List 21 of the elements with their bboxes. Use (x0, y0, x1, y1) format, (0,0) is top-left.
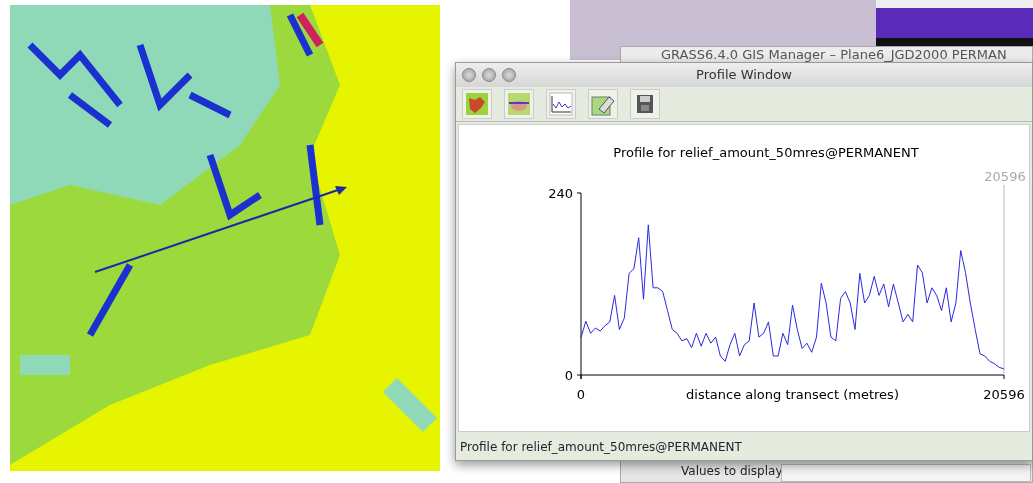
zoom-button[interactable] (502, 67, 516, 82)
chart-title: Profile for relief_amount_50mres@PERMANENT (613, 145, 919, 160)
map-icon (465, 91, 489, 116)
close-button[interactable] (462, 67, 476, 82)
toolbar-button[interactable] (462, 88, 492, 119)
toolbar-button[interactable] (504, 88, 534, 119)
y-tick-label: 240 (548, 186, 573, 201)
end-marker-label: 20596 (984, 169, 1026, 184)
x-axis-label: distance along transect (metres) (686, 387, 899, 402)
status-text: Profile for relief_amount_50mres@PERMANENT (460, 440, 742, 454)
field-label: Values to display (681, 463, 783, 480)
toolbar-button[interactable] (588, 88, 618, 119)
y-tick-label: 0 (564, 368, 573, 383)
toolbar-button[interactable] (546, 88, 576, 119)
line-chart-icon (549, 91, 573, 116)
x-tick-label: 0 (576, 387, 586, 402)
window-title: Profile Window (695, 66, 793, 85)
toolbar-button[interactable] (630, 88, 660, 119)
minimize-button[interactable] (482, 67, 496, 82)
x-tick-label: 20596 (983, 387, 1025, 402)
input-field[interactable] (781, 464, 1031, 482)
